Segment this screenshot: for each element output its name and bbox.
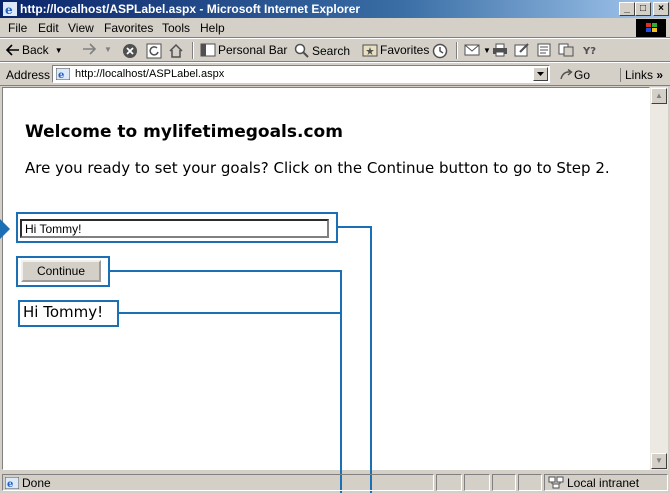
intro-text: Are you ready to set your goals? Click o… (25, 159, 610, 177)
print-icon (493, 43, 507, 57)
window-title: http://localhost/ASPLabel.aspx - Microso… (20, 2, 361, 16)
stop-icon (123, 44, 137, 58)
connector-line (119, 312, 342, 314)
messenger-button[interactable] (558, 43, 576, 57)
back-arrow-icon (6, 44, 19, 56)
toolbar-separator (456, 42, 458, 59)
search-label: Search (312, 44, 351, 58)
page-icon: e (56, 68, 70, 80)
callout-label-box (18, 300, 119, 327)
toolbar-separator (192, 42, 194, 59)
search-icon (294, 43, 309, 58)
go-label: Go (574, 68, 591, 82)
forward-button[interactable]: ▼ (82, 43, 112, 55)
callout-input-box (16, 212, 338, 243)
back-dropdown-icon[interactable]: ▼ (55, 46, 63, 55)
stop-button[interactable] (122, 43, 140, 59)
links-label: Links (625, 68, 654, 82)
standard-toolbar: Back ▼ ▼ Personal Bar Search Favorites ▼… (0, 38, 670, 62)
personal-bar-icon (200, 43, 216, 57)
maximize-button[interactable]: □ (635, 2, 651, 16)
page-done-icon: e (5, 476, 19, 489)
favorites-label: Favorites (380, 43, 430, 57)
menu-tools[interactable]: Tools (162, 21, 190, 35)
back-label: Back (22, 43, 49, 57)
forward-dropdown-icon[interactable]: ▼ (104, 45, 112, 54)
personal-bar-label: Personal Bar (218, 43, 288, 57)
menu-file[interactable]: File (8, 21, 27, 35)
edit-icon (514, 43, 529, 57)
menu-help[interactable]: Help (200, 21, 225, 35)
refresh-button[interactable] (146, 43, 164, 59)
address-field[interactable]: e http://localhost/ASPLabel.aspx (52, 65, 550, 83)
chevron-down-icon (537, 72, 544, 76)
callout-button-box (16, 256, 110, 287)
home-icon (169, 43, 183, 58)
menu-view[interactable]: View (68, 21, 94, 35)
status-panel (518, 474, 542, 491)
go-arrow-icon (560, 69, 573, 80)
forward-arrow-icon (83, 43, 96, 55)
svg-text:e: e (5, 3, 13, 16)
svg-text:e: e (58, 70, 64, 80)
status-panel (464, 474, 490, 491)
yahoo-icon: Y? (582, 46, 596, 57)
edit-button[interactable] (514, 43, 532, 57)
vertical-scrollbar[interactable]: ▲ ▼ (650, 87, 668, 470)
scroll-up-button[interactable]: ▲ (651, 88, 667, 104)
zone-label: Local intranet (567, 475, 640, 490)
menu-edit[interactable]: Edit (38, 21, 59, 35)
chevron-right-icon: » (656, 68, 664, 82)
refresh-icon (146, 43, 162, 59)
connector-line (110, 270, 342, 272)
connector-line (370, 226, 372, 493)
connector-line (340, 270, 342, 493)
mail-dropdown-icon[interactable]: ▼ (483, 46, 491, 55)
callout-pointer-icon (0, 219, 10, 239)
mail-button[interactable]: ▼ (464, 43, 491, 57)
intranet-icon (548, 476, 564, 489)
menu-favorites[interactable]: Favorites (104, 21, 153, 35)
address-dropdown-button[interactable] (533, 67, 548, 81)
address-bar: Address e http://localhost/ASPLabel.aspx… (0, 62, 670, 86)
browser-window: e http://localhost/ASPLabel.aspx - Micro… (0, 0, 670, 493)
connector-line (338, 226, 372, 228)
svg-text:Y?: Y? (582, 46, 596, 57)
status-text: Done (22, 475, 51, 490)
favorites-icon (362, 44, 378, 57)
favorites-button[interactable]: Favorites (362, 43, 429, 57)
status-text-cell: e Done (2, 474, 434, 491)
discuss-button[interactable] (536, 43, 554, 57)
zone-cell: Local intranet (544, 474, 668, 491)
search-button[interactable]: Search (294, 43, 350, 59)
links-button[interactable]: Links » (620, 68, 663, 82)
print-button[interactable] (492, 43, 510, 57)
menu-bar: File Edit View Favorites Tools Help (0, 18, 670, 38)
discuss-icon (537, 43, 551, 57)
personal-bar-button[interactable]: Personal Bar (200, 43, 287, 57)
yahoo-messenger-button[interactable]: Y? (582, 43, 602, 57)
back-button[interactable]: Back ▼ (6, 43, 63, 57)
page-heading: Welcome to mylifetimegoals.com (25, 122, 343, 142)
status-bar: e Done Local intranet (0, 472, 670, 493)
status-panel (492, 474, 516, 491)
status-panel (436, 474, 462, 491)
address-label: Address (6, 68, 51, 82)
close-button[interactable]: × (653, 2, 669, 16)
windows-logo-icon (636, 19, 666, 37)
mail-icon (464, 44, 480, 56)
ie-logo-icon: e (3, 2, 17, 16)
address-url: http://localhost/ASPLabel.aspx (75, 68, 225, 80)
minimize-button[interactable]: _ (619, 2, 635, 16)
go-button[interactable]: Go (560, 68, 590, 82)
history-icon (432, 43, 448, 59)
scroll-down-button[interactable]: ▼ (651, 453, 667, 469)
svg-text:e: e (7, 479, 13, 489)
history-button[interactable] (432, 43, 450, 59)
home-button[interactable] (168, 43, 186, 59)
messenger-icon (558, 43, 574, 57)
title-bar: e http://localhost/ASPLabel.aspx - Micro… (0, 0, 670, 18)
